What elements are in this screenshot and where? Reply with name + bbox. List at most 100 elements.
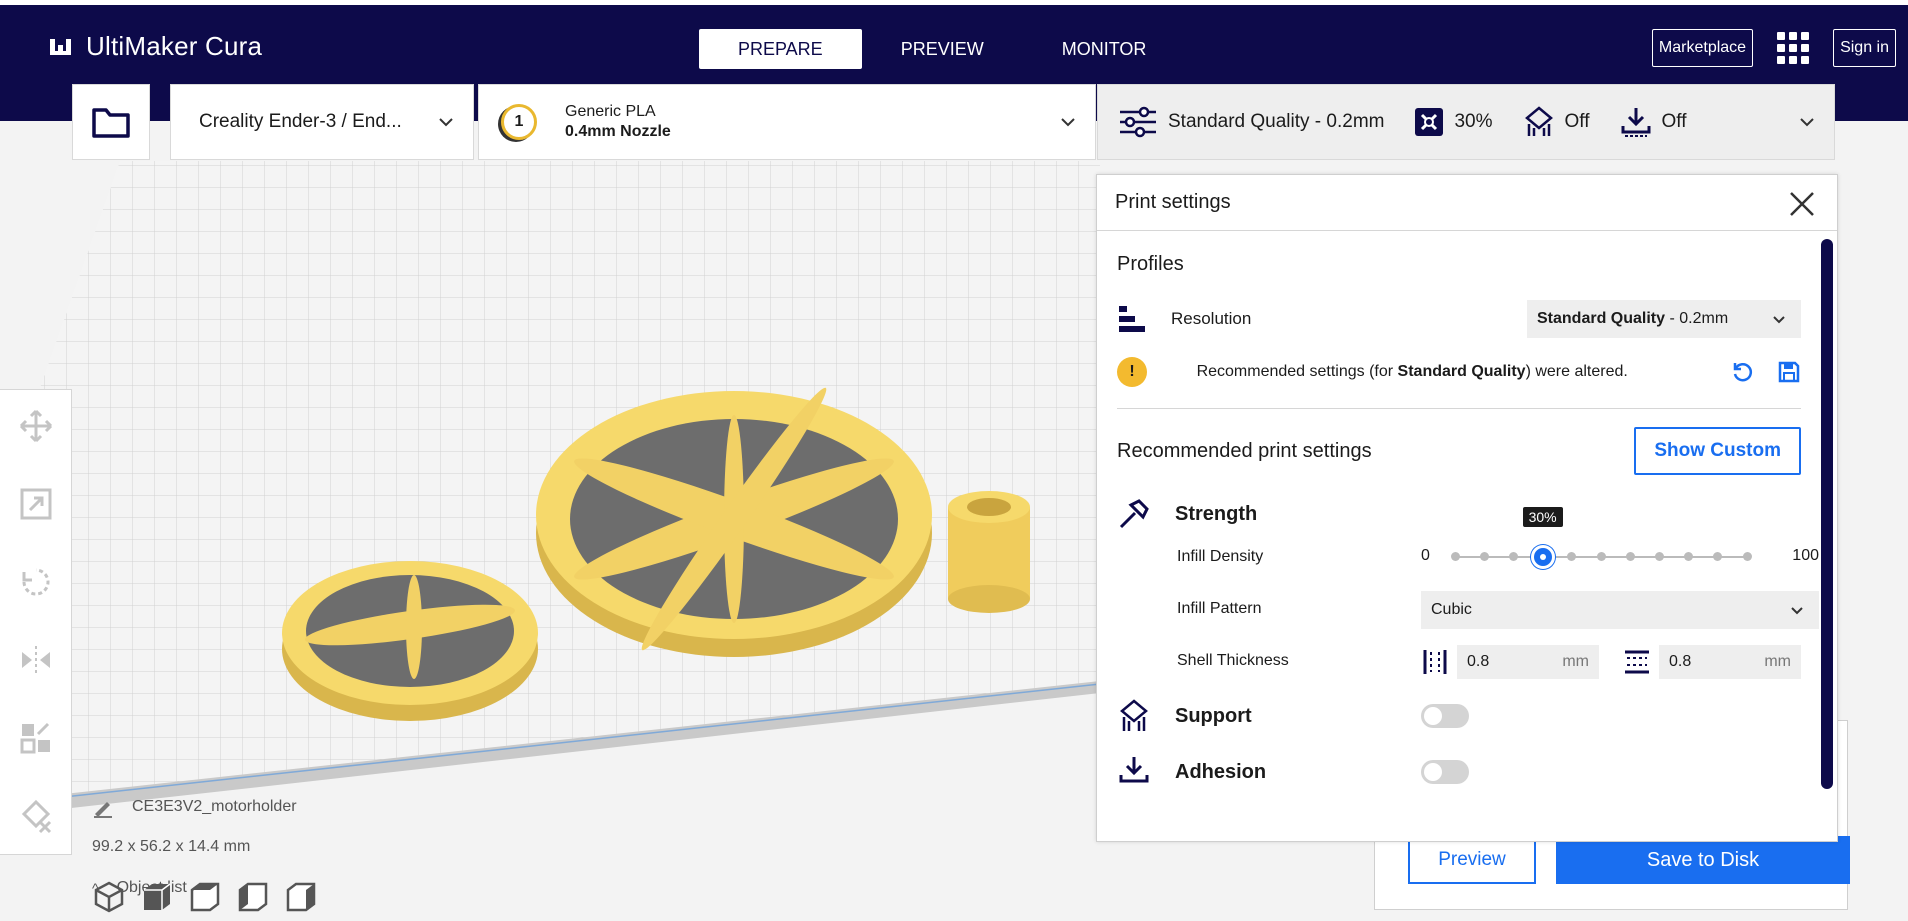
resolution-value-rest: - 0.2mm [1665, 310, 1729, 327]
scale-icon[interactable] [18, 486, 54, 522]
top-bottom-thickness-input[interactable]: 0.8 mm [1659, 645, 1801, 679]
marketplace-button[interactable]: Marketplace [1651, 29, 1754, 67]
adhesion-icon [1621, 108, 1651, 137]
profile-name: Standard Quality - 0.2mm [1168, 111, 1385, 132]
preview-button[interactable]: Preview [1408, 836, 1536, 884]
model-small-ring[interactable] [282, 561, 538, 721]
support-summary: Off [1564, 111, 1590, 132]
infill-pattern-row: Infill Pattern Cubic [1177, 583, 1819, 635]
object-name: CE3E3V2_motorholder [132, 798, 297, 815]
infill-density-slider[interactable]: 0 100 30% [1421, 507, 1819, 583]
resolution-dropdown[interactable]: Standard Quality - 0.2mm [1527, 300, 1801, 338]
adhesion-icon [1119, 757, 1149, 783]
shell-thickness-row: Shell Thickness 0.8 mm 0.8 mm [1177, 635, 1801, 687]
slider-tick [1450, 552, 1460, 561]
support-toggle[interactable] [1421, 704, 1469, 728]
tab-prepare[interactable]: PREPARE [699, 29, 862, 69]
support-icon [1120, 699, 1148, 731]
divider [1117, 408, 1801, 409]
resolution-icon [1119, 306, 1145, 332]
object-name-row: CE3E3V2_motorholder [92, 796, 297, 818]
top-bottom-thickness-value: 0.8 [1669, 653, 1692, 670]
altered-settings-warning: ! Recommended settings (for Standard Qua… [1117, 354, 1801, 390]
strength-title: Strength [1175, 502, 1258, 525]
chevron-down-icon [1791, 607, 1803, 615]
close-icon[interactable] [1787, 189, 1817, 219]
unit-label: mm [1562, 653, 1589, 670]
camera-view-buttons [92, 880, 318, 914]
app-name: UltiMaker Cura [86, 31, 263, 61]
hammer-icon [1119, 499, 1149, 529]
slider-handle[interactable] [1530, 545, 1555, 569]
view-left-icon[interactable] [236, 880, 270, 914]
mirror-icon[interactable] [18, 642, 54, 678]
rotate-icon[interactable] [18, 564, 54, 600]
slider-tick [1479, 552, 1489, 561]
save-profile-icon[interactable] [1777, 360, 1801, 384]
infill-pattern-dropdown[interactable]: Cubic [1421, 591, 1819, 629]
object-dimensions: 99.2 x 56.2 x 14.4 mm [92, 838, 251, 855]
pencil-icon[interactable] [92, 796, 114, 818]
model-cylinder[interactable] [948, 491, 1030, 613]
slider-tick [1596, 552, 1606, 561]
view-3d-icon[interactable] [92, 880, 126, 914]
slider-value-tooltip: 30% [1522, 507, 1563, 527]
printer-selector[interactable]: Creality Ender-3 / End... [170, 84, 474, 160]
ultimaker-logo-icon [50, 38, 71, 55]
chevron-down-icon [1773, 316, 1785, 324]
warning-prefix: Recommended settings (for [1196, 363, 1398, 380]
wall-thickness-input[interactable]: 0.8 mm [1457, 645, 1599, 679]
infill-pattern-value: Cubic [1431, 601, 1472, 618]
show-custom-button[interactable]: Show Custom [1634, 427, 1801, 475]
per-model-settings-icon[interactable] [18, 720, 54, 756]
settings-sliders-icon [1120, 106, 1156, 138]
view-top-icon[interactable] [188, 880, 222, 914]
slider-tick [1742, 552, 1752, 561]
adhesion-summary: Off [1661, 111, 1687, 132]
resolution-label: Resolution [1171, 309, 1252, 328]
slider-tick [1654, 552, 1664, 561]
print-settings-summary[interactable]: Standard Quality - 0.2mm 30% Off Off [1097, 84, 1835, 160]
profiles-title: Profiles [1117, 253, 1184, 275]
unit-label: mm [1764, 653, 1791, 670]
slider-tick [1684, 552, 1694, 561]
open-file-button[interactable] [72, 84, 150, 160]
slider-tick [1567, 552, 1577, 561]
slider-tick [1713, 552, 1723, 561]
view-front-icon[interactable] [140, 880, 174, 914]
panel-title: Print settings [1115, 191, 1231, 213]
printer-name: Creality Ender-3 / End... [199, 111, 402, 132]
warning-suffix: ) were altered. [1525, 363, 1628, 380]
wall-thickness-icon [1423, 650, 1447, 674]
adhesion-toggle[interactable] [1421, 760, 1469, 784]
infill-density-row: Infill Density 0 100 30% [1177, 507, 1819, 583]
material-selector[interactable]: 1 Generic PLA 0.4mm Nozzle [478, 84, 1096, 160]
save-to-disk-button[interactable]: Save to Disk [1556, 836, 1850, 884]
view-right-icon[interactable] [284, 880, 318, 914]
tab-preview[interactable]: PREVIEW [862, 29, 1023, 69]
chevron-down-icon [1061, 118, 1075, 127]
wall-thickness-value: 0.8 [1467, 653, 1490, 670]
sign-in-button[interactable]: Sign in [1833, 29, 1896, 67]
move-icon[interactable] [18, 408, 54, 444]
slider-min-label: 0 [1421, 547, 1430, 564]
chevron-down-icon [1800, 118, 1814, 127]
print-settings-panel: Print settings Profiles Resolution Stand… [1096, 174, 1838, 842]
shell-thickness-label: Shell Thickness [1177, 652, 1289, 669]
tab-monitor[interactable]: MONITOR [1023, 29, 1186, 69]
reset-icon[interactable] [1731, 360, 1755, 384]
infill-density-label: Infill Density [1177, 548, 1264, 565]
nozzle-size: 0.4mm Nozzle [565, 123, 671, 140]
apps-grid-icon[interactable] [1777, 32, 1810, 64]
infill-pattern-label: Infill Pattern [1177, 600, 1262, 617]
top-bottom-thickness-icon [1625, 650, 1649, 674]
extruder-badge: 1 [501, 104, 537, 140]
support-icon [1524, 106, 1553, 136]
warning-icon: ! [1117, 357, 1147, 387]
slider-tick [1625, 552, 1635, 561]
chevron-down-icon [439, 118, 453, 127]
support-blocker-icon[interactable] [18, 798, 54, 834]
app-logo: UltiMaker Cura [48, 31, 262, 62]
folder-icon [92, 108, 130, 138]
infill-icon [1415, 108, 1444, 136]
